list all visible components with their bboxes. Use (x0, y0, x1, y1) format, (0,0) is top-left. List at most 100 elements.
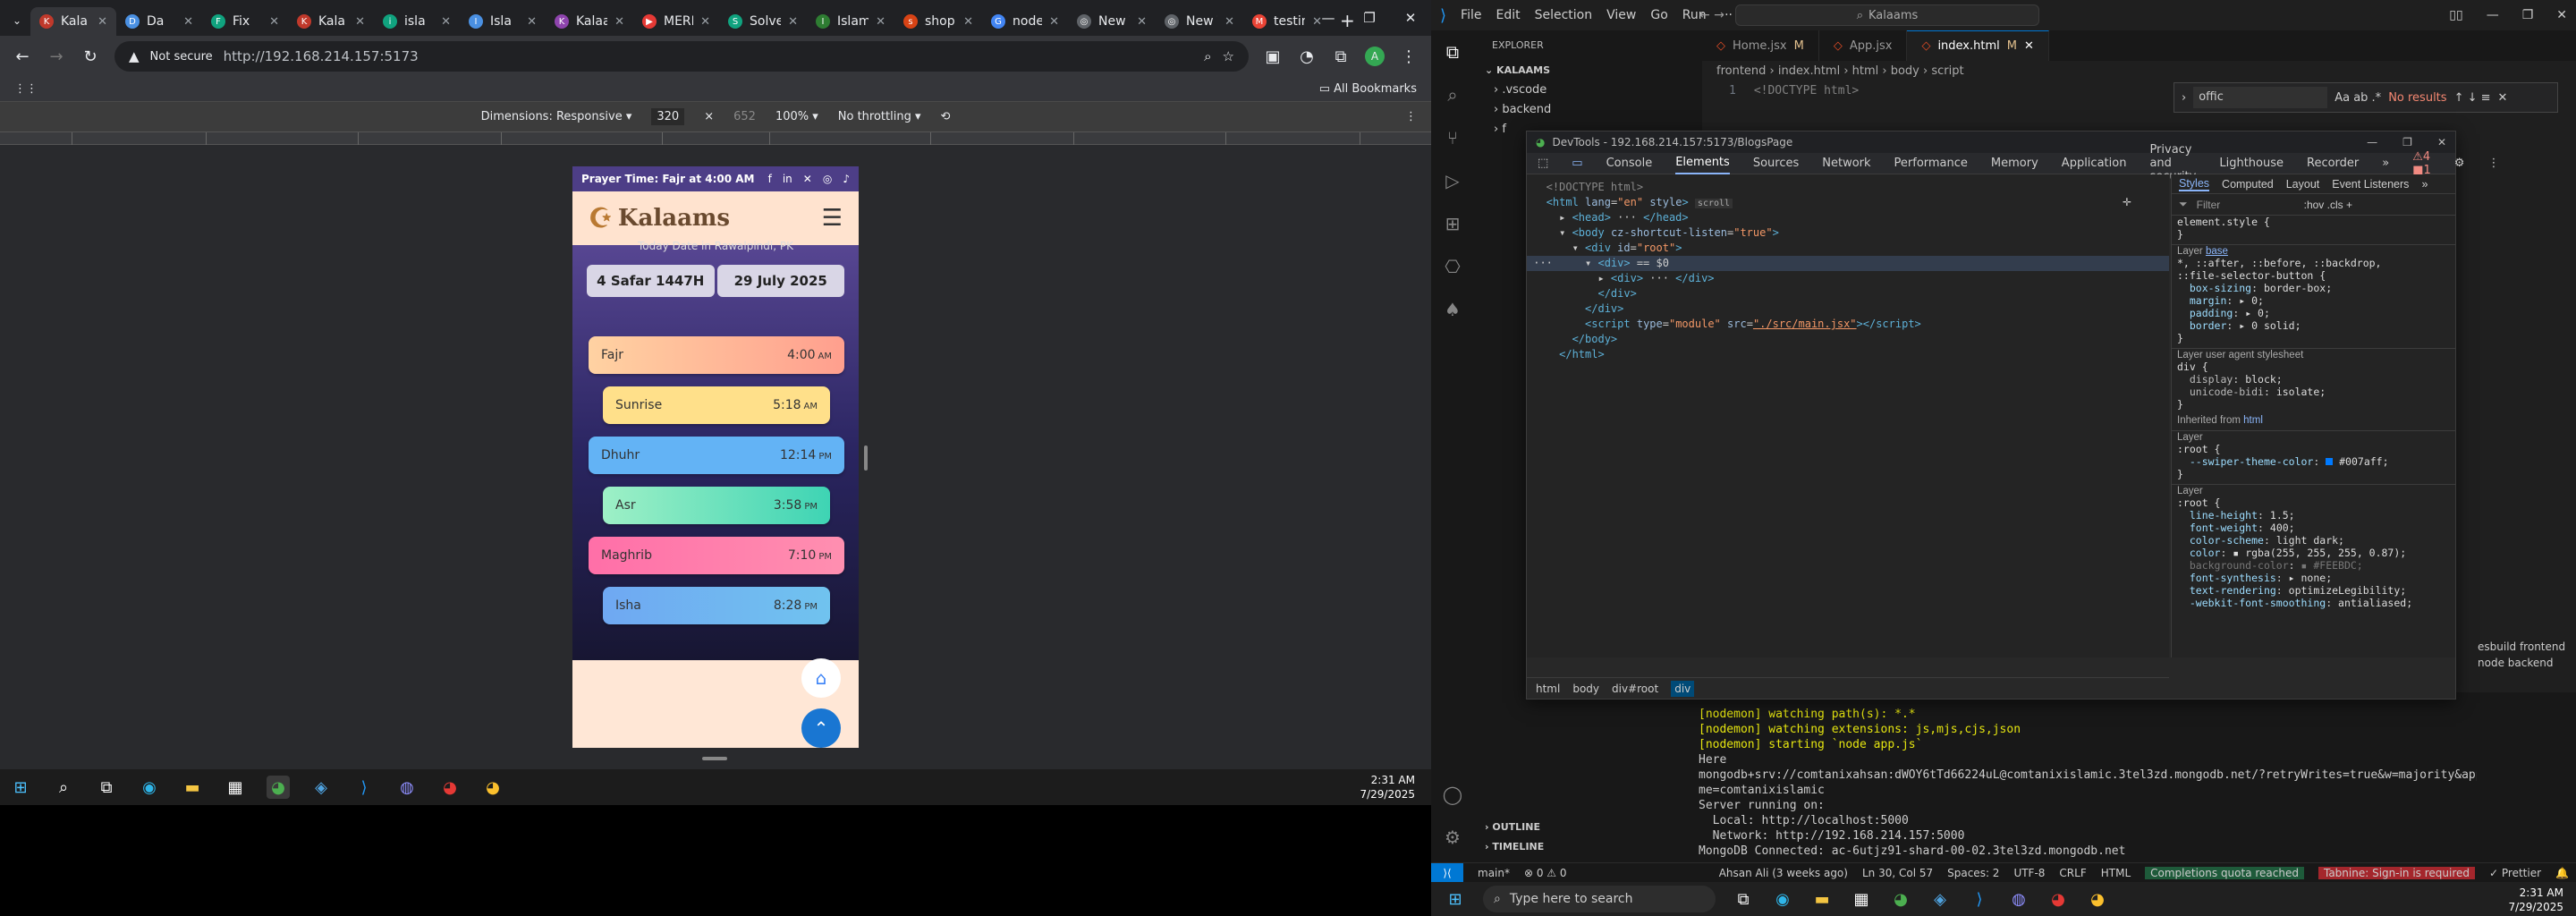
width-input[interactable]: 320 (651, 108, 685, 125)
find-input[interactable]: offic (2193, 87, 2328, 108)
tree-line[interactable]: ▸ <head> ··· </head> (1527, 210, 2169, 225)
resize-handle-right[interactable] (864, 445, 868, 471)
tree-line[interactable]: </div> (1527, 286, 2169, 301)
browser-tab[interactable]: i isla ✕ (374, 7, 460, 36)
instagram-icon[interactable]: ◎ (823, 173, 832, 185)
maximize-icon[interactable]: ❐ (2402, 136, 2412, 148)
tab-close-icon[interactable]: ✕ (97, 15, 107, 29)
tab-close-icon[interactable]: ✕ (527, 15, 537, 29)
breadcrumb-item[interactable]: html (1536, 683, 1560, 695)
vscode-icon[interactable]: ⟩ (352, 776, 376, 799)
problems-count[interactable]: ⊗ 0 ⚠ 0 (1524, 867, 1567, 879)
maximize-icon[interactable]: ❐ (2522, 8, 2534, 22)
tab-close-icon[interactable]: ✕ (700, 15, 710, 29)
outline-section[interactable]: › OUTLINE (1474, 818, 1540, 837)
menu-item[interactable]: Selection (1535, 8, 1593, 22)
browser-tab[interactable]: D Da ✕ (116, 7, 202, 36)
timeline-section[interactable]: › TIMELINE (1474, 837, 1544, 857)
resize-handle-bottom[interactable] (702, 757, 727, 760)
line-ending[interactable]: CRLF (2059, 867, 2086, 879)
reload-icon[interactable]: ↻ (80, 47, 100, 66)
linkedin-icon[interactable]: in (783, 173, 792, 185)
close-icon[interactable]: ✕ (2556, 8, 2567, 22)
dimensions-select[interactable]: Dimensions: Responsive ▾ (481, 110, 632, 123)
chrome-icon-2[interactable]: ◕ (438, 776, 462, 799)
windows-start-icon[interactable]: ⊞ (1444, 887, 1467, 911)
zoom-app-icon[interactable]: ◍ (2007, 887, 2030, 911)
edge-icon[interactable]: ◉ (138, 776, 161, 799)
browser-tab[interactable]: ◎ New Tab ✕ (1156, 7, 1243, 36)
filter-options[interactable]: :hov .cls + (2304, 199, 2352, 211)
zoom-select[interactable]: 100% ▾ (775, 110, 818, 123)
browser-tab[interactable]: I Isla ✕ (460, 7, 546, 36)
minimize-icon[interactable]: — (2487, 8, 2499, 22)
devtools-tab[interactable]: Elements (1675, 153, 1730, 174)
profile-avatar[interactable]: A (1365, 47, 1385, 66)
device-more-icon[interactable]: ⋮ (1405, 110, 1417, 123)
settings-gear-icon[interactable]: ⚙ (1431, 816, 1474, 859)
tab-close-icon[interactable]: ✕ (355, 15, 365, 29)
store-icon[interactable]: ▦ (1850, 887, 1873, 911)
facebook-icon[interactable]: f (768, 173, 772, 185)
task-view-icon[interactable]: ⧉ (1732, 887, 1755, 911)
height-input[interactable]: 652 (733, 110, 756, 123)
tiktok-icon[interactable]: ♪ (843, 173, 850, 185)
browser-tab[interactable]: S Solve q ✕ (719, 7, 807, 36)
expand-icon[interactable]: › (2182, 91, 2186, 105)
filter-input[interactable]: Filter (2197, 199, 2295, 211)
back-arrow-icon[interactable]: ← (13, 47, 32, 66)
tab-close-icon[interactable]: ✕ (963, 15, 973, 29)
browser-tab[interactable]: K Kala ✕ (288, 7, 374, 36)
devtools-tab[interactable]: Application (2062, 157, 2127, 170)
editor-tab[interactable]: ◇ App.jsx (1819, 30, 1908, 61)
file-explorer-icon[interactable]: ▬ (1810, 887, 1834, 911)
app-icon[interactable]: ◈ (1928, 887, 1952, 911)
browser-tab[interactable]: Gnode.js ✕ (982, 7, 1068, 36)
find-nav-icon[interactable]: ↑ ↓ ≡ (2454, 91, 2491, 105)
kebab-menu-icon[interactable]: ⋮ (1399, 47, 1419, 66)
mosque-button[interactable]: ⌂ (801, 658, 841, 698)
search-icon[interactable]: ⌕ (1431, 73, 1474, 116)
source-control-icon[interactable]: ⑂ (1431, 116, 1474, 159)
tree-line[interactable]: </body> (1527, 332, 2169, 347)
tab-close-icon[interactable]: ✕ (788, 15, 798, 29)
close-icon[interactable]: ✕ (2437, 136, 2446, 148)
file-explorer-icon[interactable]: ▬ (181, 776, 204, 799)
bookmark-star-icon[interactable]: ☆ (1223, 48, 1234, 64)
menu-item[interactable]: Go (1650, 8, 1667, 22)
tab-close-icon[interactable]: ✕ (1224, 15, 1234, 29)
encoding[interactable]: UTF-8 (2013, 867, 2045, 879)
zoom-app-icon[interactable]: ◍ (395, 776, 419, 799)
taskbar-search[interactable]: ⌕ Type here to search (1483, 886, 1716, 912)
tree-line[interactable]: ▸ <div> ··· </div> (1527, 271, 2169, 286)
kebab-menu-icon[interactable]: ⋮ (2487, 157, 2499, 170)
menu-item[interactable]: Edit (1496, 8, 1520, 22)
browser-tab[interactable]: K Kalaam ✕ (546, 7, 633, 36)
address-bar[interactable]: ▲ Not secure http://192.168.214.157:5173… (114, 41, 1249, 72)
tab-close-icon[interactable]: ✕ (441, 15, 451, 29)
cursor-position[interactable]: Ln 30, Col 57 (1862, 867, 1933, 879)
clock[interactable]: 2:31 AM 7/29/2025 (1360, 769, 1415, 805)
indentation[interactable]: Spaces: 2 (1947, 867, 1999, 879)
tab-search-icon[interactable]: ⌄ (7, 14, 27, 27)
browser-tab[interactable]: K Kala ✕ (30, 7, 116, 36)
mongodb-icon[interactable]: ♠ (1431, 288, 1474, 331)
browser-tab[interactable]: ◎ New Tab ✕ (1068, 7, 1156, 36)
menu-item[interactable]: File (1461, 8, 1481, 22)
chrome-icon[interactable]: ◕ (1889, 887, 1912, 911)
tab-close-icon[interactable]: ✕ (269, 15, 279, 29)
all-bookmarks-link[interactable]: ▭ All Bookmarks (1319, 82, 1417, 96)
account-icon[interactable]: ◯ (1431, 773, 1474, 816)
chrome-icon[interactable]: ◕ (267, 776, 290, 799)
windows-start-icon[interactable]: ⊞ (9, 776, 32, 799)
styles-tab[interactable]: Computed (2222, 178, 2274, 191)
terminal-output[interactable]: [nodemon] watching path(s): *.* [nodemon]… (1699, 707, 2477, 859)
tree-line[interactable]: </html> (1527, 347, 2169, 362)
clock[interactable]: 2:31 AM 7/29/2025 (2508, 882, 2563, 916)
site-logo[interactable]: ☪ Kalaams (589, 203, 730, 234)
breadcrumb-item[interactable]: div#root (1612, 683, 1658, 695)
hamburger-menu-icon[interactable]: ☰ (822, 205, 843, 232)
project-folder[interactable]: ⌄ KALAAMS (1474, 61, 1702, 81)
extension-icon[interactable]: ▣ (1263, 47, 1283, 66)
terminal-instance[interactable]: esbuild frontend (2478, 639, 2576, 655)
